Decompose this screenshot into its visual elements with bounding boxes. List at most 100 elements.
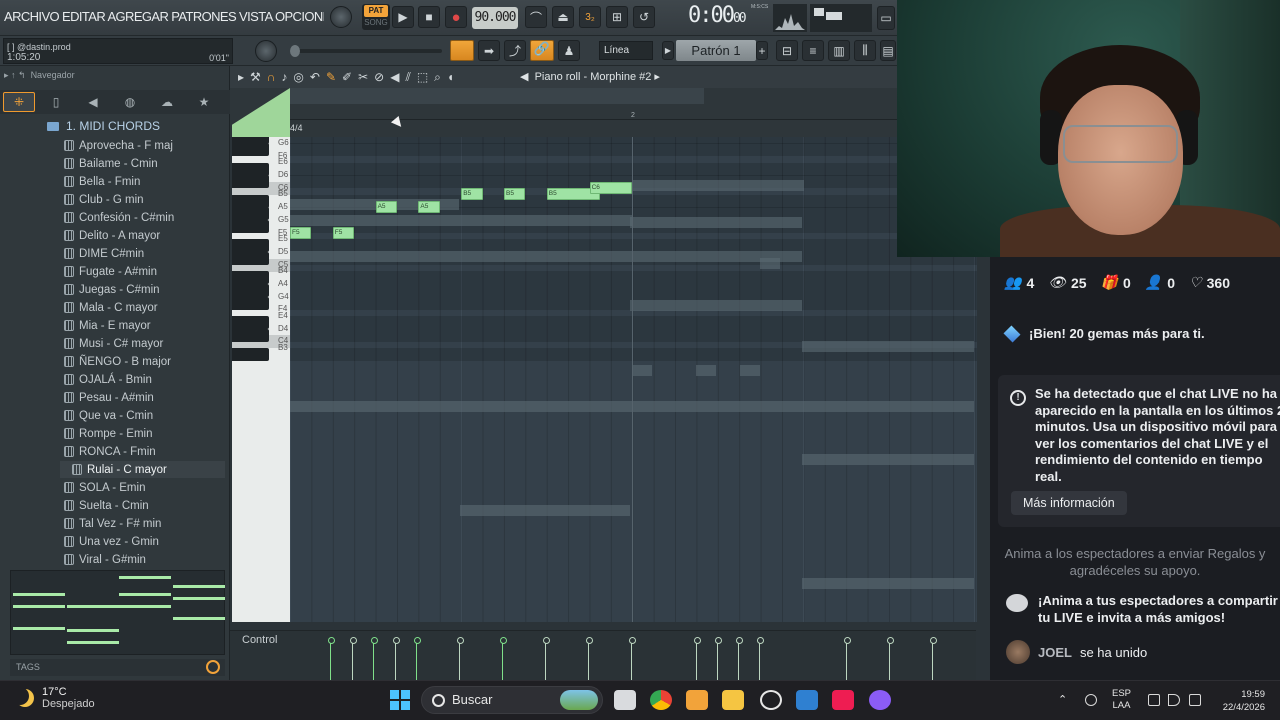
channel-rack-icon[interactable]: ▥ — [828, 40, 850, 61]
fl-studio-icon[interactable] — [686, 690, 708, 710]
microphone-icon[interactable] — [1085, 694, 1097, 706]
magnet-icon[interactable]: ∩ — [267, 70, 276, 85]
black-key[interactable] — [232, 348, 269, 362]
black-key[interactable] — [232, 220, 269, 234]
wait-input-icon[interactable]: ⏏ — [552, 6, 574, 28]
search-icon[interactable] — [206, 660, 220, 674]
midi-note[interactable]: F5 — [332, 226, 355, 239]
black-key[interactable] — [232, 143, 269, 157]
playlist-icon[interactable]: ⊟ — [776, 40, 798, 61]
file-item[interactable]: Que va - Cmin — [64, 407, 153, 424]
black-key[interactable] — [232, 207, 269, 221]
metronome-icon[interactable]: ⌒ — [525, 6, 547, 28]
task-view-icon[interactable] — [614, 690, 636, 710]
link-icon[interactable]: 🔗 — [530, 40, 554, 61]
battery-icon[interactable] — [1189, 694, 1201, 706]
midi-note[interactable]: A5 — [418, 201, 440, 213]
speaker-icon[interactable]: ◀ — [390, 70, 399, 85]
countdown-icon[interactable]: 3₂ — [579, 6, 601, 28]
file-item[interactable]: Bailame - Cmin — [64, 155, 158, 172]
midi-note[interactable]: F5 — [290, 226, 312, 239]
stat-views[interactable]: 👁 25 — [1048, 274, 1086, 291]
tray-chevron-icon[interactable]: ⌃ — [1058, 693, 1067, 706]
velocity-stem[interactable] — [930, 637, 937, 680]
pattern-prev-icon[interactable]: ▶ — [662, 41, 674, 60]
select-icon[interactable]: ⬚ — [417, 70, 428, 85]
midi-note[interactable]: B5 — [461, 188, 483, 201]
velocity-stem[interactable] — [844, 637, 851, 680]
playback-icon[interactable]: ◖ — [447, 70, 454, 85]
piano-roll-overview[interactable] — [290, 88, 704, 104]
target-icon[interactable]: ◎ — [293, 70, 303, 85]
file-item[interactable]: Juegas - C#min — [64, 281, 160, 298]
loop-record-icon[interactable]: ↺ — [633, 6, 655, 28]
file-item[interactable]: Mia - E mayor — [64, 317, 151, 334]
mixer-icon[interactable]: ⫼ — [854, 40, 876, 61]
main-pitch-knob[interactable] — [255, 40, 277, 62]
brush-icon[interactable]: ✐ — [342, 70, 352, 85]
position-slider[interactable] — [290, 45, 442, 57]
tab-globe-icon[interactable]: ◍ — [114, 92, 146, 112]
file-item[interactable]: SOLA - Emin — [64, 479, 145, 496]
play-button[interactable]: ▶ — [392, 6, 414, 28]
velocity-stem[interactable] — [500, 637, 507, 680]
velocity-lane[interactable] — [230, 630, 976, 680]
velocity-stem[interactable] — [414, 637, 421, 680]
black-key[interactable] — [232, 297, 269, 310]
file-item[interactable]: Confesión - C#min — [64, 209, 174, 226]
stat-likes[interactable]: ♡ 360 — [1189, 274, 1230, 291]
weather-widget[interactable]: 17°C Despejado — [16, 686, 95, 710]
tab-cloud-icon[interactable]: ☁ — [151, 92, 183, 112]
undo-icon[interactable]: ↶ — [310, 70, 320, 85]
tab-star-icon[interactable]: ★ — [188, 92, 220, 112]
volume-icon[interactable] — [1168, 694, 1180, 706]
joined-user[interactable]: JOEL — [1038, 645, 1072, 660]
velocity-stem[interactable] — [694, 637, 701, 680]
system-clock[interactable]: 19:59 22/4/2026 — [1215, 688, 1265, 714]
file-explorer-icon[interactable] — [722, 690, 744, 710]
snap-select[interactable]: Línea — [599, 41, 653, 60]
velocity-stem[interactable] — [757, 637, 764, 680]
velocity-stem[interactable] — [715, 637, 722, 680]
black-key[interactable] — [232, 194, 269, 208]
velocity-stem[interactable] — [736, 637, 743, 680]
velocity-stem[interactable] — [371, 637, 378, 680]
wrench-icon[interactable]: ⚒ — [250, 70, 261, 85]
stat-shares[interactable]: 👤 0 — [1145, 274, 1175, 291]
tempo-display[interactable]: 90.000 — [472, 7, 518, 29]
stop-button[interactable]: ■ — [418, 6, 440, 28]
pattern-selector[interactable]: Patrón 1 — [676, 40, 756, 61]
chrome-icon[interactable] — [650, 690, 672, 710]
file-item[interactable]: OJALÁ - Bmin — [64, 371, 152, 388]
velocity-stem[interactable] — [328, 637, 335, 680]
file-item[interactable]: Rompe - Emin — [64, 425, 153, 442]
tab-files-icon[interactable]: ▯ — [40, 92, 72, 112]
file-item[interactable]: Pesau - A#min — [64, 389, 154, 406]
file-item[interactable]: Una vez - Gmin — [64, 533, 159, 550]
file-item[interactable]: Club - G min — [64, 191, 144, 208]
control-label[interactable]: Control — [242, 634, 277, 646]
step-sequencer-icon[interactable]: ≡ — [802, 40, 824, 61]
midi-note[interactable]: A5 — [375, 201, 397, 213]
network-icon[interactable] — [1148, 694, 1160, 706]
main-menu[interactable]: ARCHIVO EDITAR AGREGAR PATRONES VISTA OP… — [4, 9, 324, 24]
tab-all-icon[interactable]: ⁜ — [3, 92, 35, 112]
blend-notes-icon[interactable]: ⊞ — [606, 6, 628, 28]
piano-keyboard[interactable]: G6 F6 E6 D6 C6 B5 A5 G5 F5 E5 D5 C5 B4 A4 G4 F4 E4 D4 C4 B3 — [232, 137, 290, 622]
velocity-stem[interactable] — [887, 637, 894, 680]
file-item[interactable]: Aprovecha - F maj — [64, 137, 173, 154]
black-key[interactable] — [232, 284, 269, 298]
file-item[interactable]: Tal Vez - F# min — [64, 515, 161, 532]
stat-gifts[interactable]: 🎁 0 — [1101, 274, 1131, 291]
black-key[interactable] — [232, 271, 269, 285]
arrow-right-icon[interactable]: ➡ — [478, 40, 500, 61]
velocity-stem[interactable] — [457, 637, 464, 680]
black-key[interactable] — [232, 239, 269, 253]
folder-midi-chords[interactable]: 1. MIDI CHORDS — [47, 119, 160, 133]
note-icon[interactable]: ♪ — [281, 70, 287, 85]
menu-arrow-icon[interactable]: ▸ — [238, 70, 244, 85]
velocity-stem[interactable] — [586, 637, 593, 680]
delete-icon[interactable]: ✂ — [358, 70, 368, 85]
file-item[interactable]: Viral - G#min — [64, 551, 146, 568]
tab-sound-icon[interactable]: ◀ — [77, 92, 109, 112]
